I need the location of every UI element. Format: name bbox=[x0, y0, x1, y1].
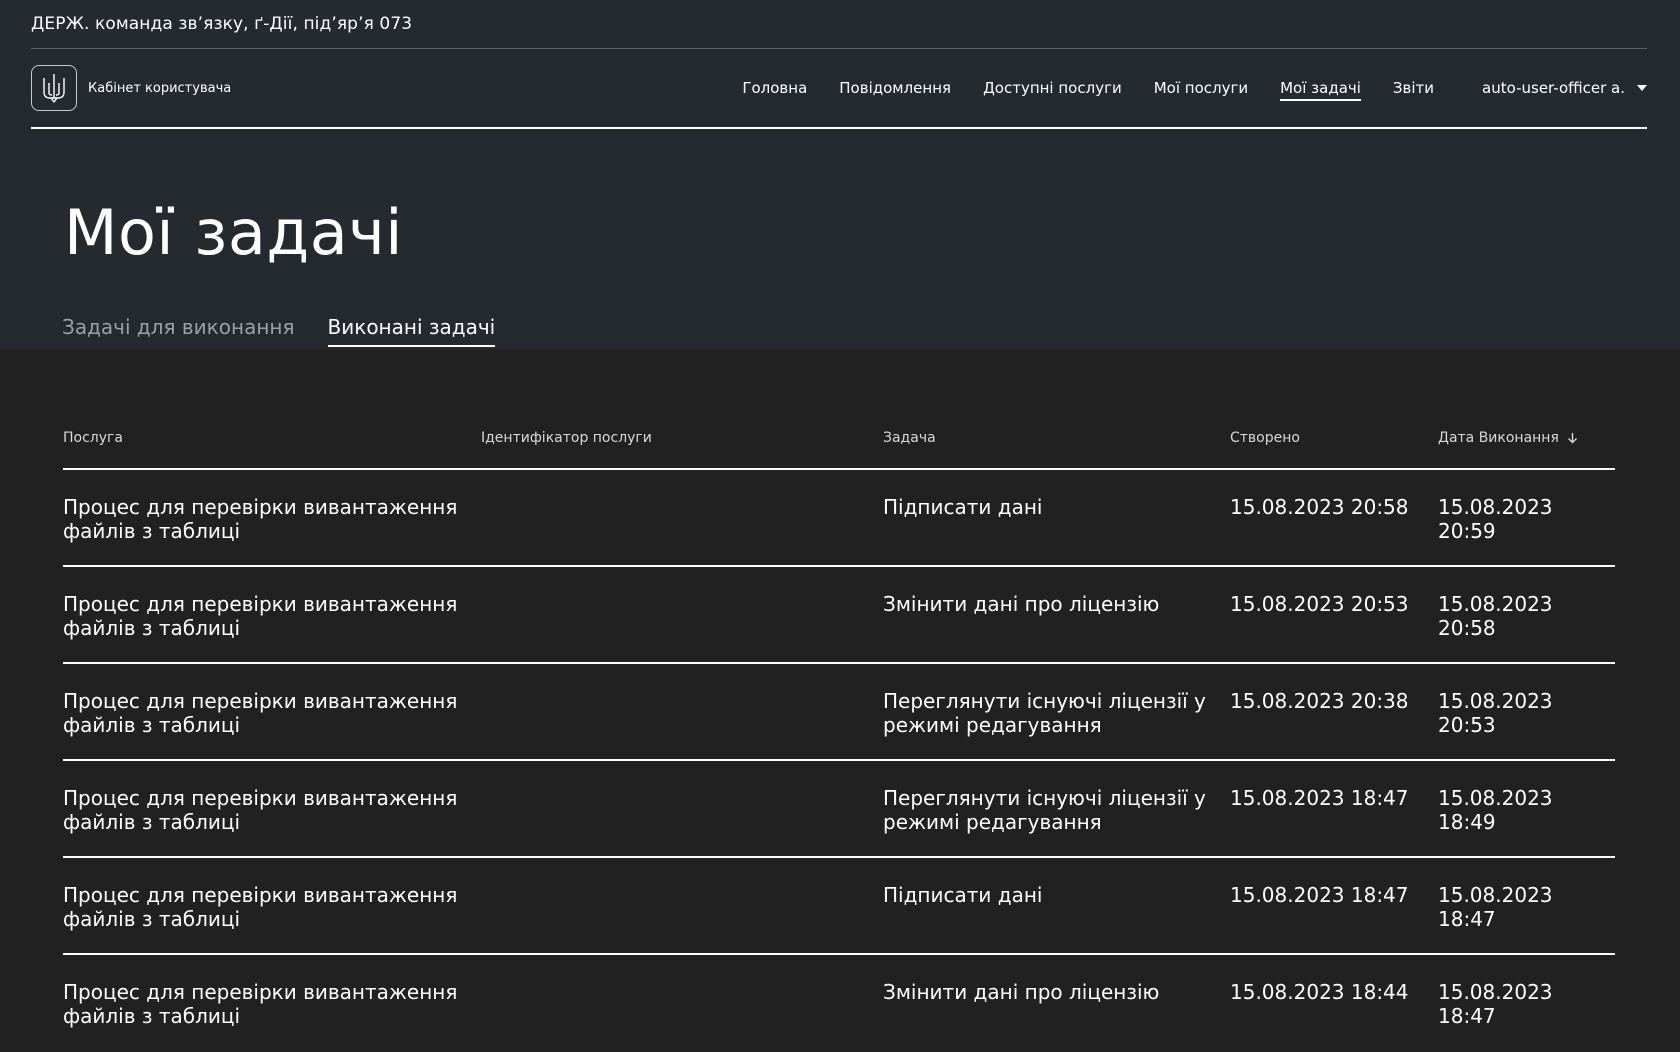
cell-service-line: Процес для перевірки вивантаження bbox=[63, 689, 458, 713]
cell-service-id bbox=[481, 689, 883, 759]
tab-completed-tasks[interactable]: Виконані задачі bbox=[327, 315, 496, 347]
cell-task: Змінити дані про ліцензію bbox=[883, 980, 1160, 1004]
top-navigation: Головна Повідомлення Доступні послуги Мо… bbox=[710, 75, 1647, 101]
cell-service-line: файлів з таблиці bbox=[63, 810, 241, 834]
cell-service: Процес для перевірки вивантаження файлів … bbox=[63, 786, 481, 856]
tab-pending-tasks[interactable]: Задачі для виконання bbox=[62, 315, 295, 347]
column-header-completed[interactable]: Дата Виконання bbox=[1438, 430, 1615, 446]
page-title: Мої задачі bbox=[64, 196, 404, 269]
column-header-completed-label: Дата Виконання bbox=[1438, 430, 1559, 446]
cell-service: Процес для перевірки вивантаження файлів … bbox=[63, 592, 481, 662]
cell-service: Процес для перевірки вивантаження файлів … bbox=[63, 883, 481, 953]
table-body: Процес для перевірки вивантаження файлів … bbox=[63, 470, 1615, 1052]
table-row[interactable]: Процес для перевірки вивантаження файлів … bbox=[63, 567, 1615, 664]
table-row[interactable]: Процес для перевірки вивантаження файлів … bbox=[63, 761, 1615, 858]
cell-created: 15.08.2023 20:58 bbox=[1230, 495, 1409, 519]
trident-logo-icon[interactable] bbox=[31, 65, 77, 111]
nav-item-notifications[interactable]: Повідомлення bbox=[839, 75, 951, 101]
task-tabs: Задачі для виконання Виконані задачі bbox=[62, 315, 496, 347]
table-row[interactable]: Процес для перевірки вивантаження файлів … bbox=[63, 955, 1615, 1052]
cell-created: 15.08.2023 18:47 bbox=[1230, 786, 1409, 810]
cell-created: 15.08.2023 20:38 bbox=[1230, 689, 1409, 713]
cell-task: Переглянути існуючі ліцензії у режимі ре… bbox=[883, 689, 1206, 737]
cell-service-line: Процес для перевірки вивантаження bbox=[63, 592, 458, 616]
nav-item-reports[interactable]: Звіти bbox=[1393, 75, 1434, 101]
cell-service: Процес для перевірки вивантаження файлів … bbox=[63, 495, 481, 565]
cell-service-id bbox=[481, 980, 883, 1052]
cell-task: Підписати дані bbox=[883, 883, 1043, 907]
cell-completed: 15.08.2023 20:53 bbox=[1438, 689, 1553, 737]
chevron-down-icon bbox=[1637, 85, 1647, 91]
column-header-service-id[interactable]: Ідентифікатор послуги bbox=[481, 430, 883, 446]
cell-service-line: файлів з таблиці bbox=[63, 713, 241, 737]
main-navbar: Кабінет користувача Головна Повідомлення… bbox=[31, 49, 1647, 129]
cell-service-line: файлів з таблиці bbox=[63, 519, 241, 543]
cell-task: Переглянути існуючі ліцензії у режимі ре… bbox=[883, 786, 1206, 834]
cell-created: 15.08.2023 20:53 bbox=[1230, 592, 1409, 616]
page-header-section: ДЕРЖ. команда зв’язку, ґ-Дії, під’яр’я 0… bbox=[0, 0, 1680, 349]
cell-service: Процес для перевірки вивантаження файлів … bbox=[63, 980, 481, 1052]
cabinet-label[interactable]: Кабінет користувача bbox=[88, 81, 231, 96]
organization-name: ДЕРЖ. команда зв’язку, ґ-Дії, під’яр’я 0… bbox=[31, 14, 413, 34]
cell-service-line: Процес для перевірки вивантаження bbox=[63, 980, 458, 1004]
cell-service-line: файлів з таблиці bbox=[63, 616, 241, 640]
cell-service-line: файлів з таблиці bbox=[63, 907, 241, 931]
cell-service-id bbox=[481, 495, 883, 565]
table-row[interactable]: Процес для перевірки вивантаження файлів … bbox=[63, 470, 1615, 567]
column-header-task[interactable]: Задача bbox=[883, 430, 1230, 446]
nav-item-available-services[interactable]: Доступні послуги bbox=[983, 75, 1122, 101]
cell-task: Підписати дані bbox=[883, 495, 1043, 519]
nav-item-home[interactable]: Головна bbox=[742, 75, 807, 101]
cell-completed: 15.08.2023 20:58 bbox=[1438, 592, 1553, 640]
user-name: auto-user-officer a. bbox=[1482, 79, 1625, 97]
completed-tasks-table: Послуга Ідентифікатор послуги Задача Ств… bbox=[63, 408, 1615, 1052]
column-header-service[interactable]: Послуга bbox=[63, 430, 481, 446]
cell-service: Процес для перевірки вивантаження файлів … bbox=[63, 689, 481, 759]
sort-descending-icon bbox=[1567, 433, 1577, 444]
cell-service-id bbox=[481, 592, 883, 662]
cell-service-id bbox=[481, 883, 883, 953]
cell-completed: 15.08.2023 18:47 bbox=[1438, 883, 1553, 931]
column-header-created[interactable]: Створено bbox=[1230, 430, 1438, 446]
cell-service-line: Процес для перевірки вивантаження bbox=[63, 883, 458, 907]
nav-item-my-tasks[interactable]: Мої задачі bbox=[1280, 75, 1361, 101]
trident-icon bbox=[43, 74, 65, 103]
cell-service-line: Процес для перевірки вивантаження bbox=[63, 786, 458, 810]
organization-bar: ДЕРЖ. команда зв’язку, ґ-Дії, під’яр’я 0… bbox=[31, 0, 1647, 49]
cell-created: 15.08.2023 18:47 bbox=[1230, 883, 1409, 907]
cell-service-id bbox=[481, 786, 883, 856]
cell-service-line: Процес для перевірки вивантаження bbox=[63, 495, 458, 519]
table-row[interactable]: Процес для перевірки вивантаження файлів … bbox=[63, 664, 1615, 761]
cell-completed: 15.08.2023 18:47 bbox=[1438, 980, 1553, 1028]
table-header: Послуга Ідентифікатор послуги Задача Ств… bbox=[63, 408, 1615, 470]
nav-item-my-services[interactable]: Мої послуги bbox=[1154, 75, 1248, 101]
cell-completed: 15.08.2023 20:59 bbox=[1438, 495, 1553, 543]
cell-service-line: файлів з таблиці bbox=[63, 1004, 241, 1028]
cell-created: 15.08.2023 18:44 bbox=[1230, 980, 1409, 1004]
user-menu[interactable]: auto-user-officer a. bbox=[1482, 79, 1647, 97]
cell-task: Змінити дані про ліцензію bbox=[883, 592, 1160, 616]
table-row[interactable]: Процес для перевірки вивантаження файлів … bbox=[63, 858, 1615, 955]
cell-completed: 15.08.2023 18:49 bbox=[1438, 786, 1553, 834]
